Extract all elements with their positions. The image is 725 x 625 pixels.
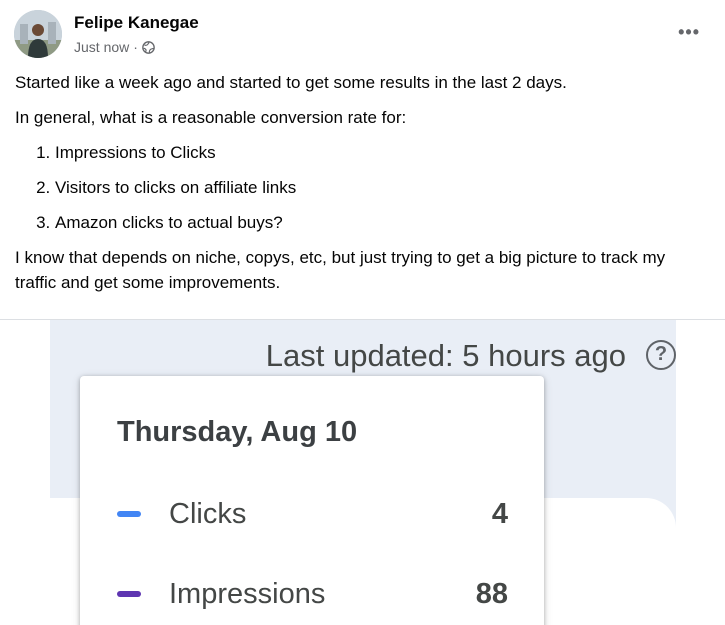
tooltip-label: Clicks xyxy=(169,497,247,530)
chart-tooltip: Thursday, Aug 10 Clicks 4 Impressions 88 xyxy=(80,376,544,625)
attached-screenshot[interactable]: Last updated: 5 hours ago ? Thursday, Au… xyxy=(50,320,676,625)
post-paragraph-1: Started like a week ago and started to g… xyxy=(15,73,567,92)
help-icon: ? xyxy=(646,340,676,370)
more-options-icon[interactable]: ••• xyxy=(678,22,700,43)
post-closing: I know that depends on niche, copys, etc… xyxy=(15,248,666,292)
last-updated-text: Last updated: 5 hours ago xyxy=(265,338,626,373)
separator: · xyxy=(133,39,138,55)
tooltip-row-clicks: Clicks 4 xyxy=(117,494,508,534)
question-list: Impressions to Clicks Visitors to clicks… xyxy=(15,140,711,235)
list-item: Amazon clicks to actual buys? xyxy=(55,210,711,235)
profile-photo xyxy=(14,10,62,58)
post-paragraph-2: In general, what is a reasonable convers… xyxy=(15,108,407,127)
tooltip-label: Impressions xyxy=(169,577,326,610)
tooltip-value: 4 xyxy=(491,497,508,530)
tooltip-value: 88 xyxy=(475,577,508,610)
post-timestamp[interactable]: Just now xyxy=(74,39,129,55)
list-item: Impressions to Clicks xyxy=(55,140,711,165)
globe-icon[interactable] xyxy=(142,40,155,54)
post-body: Started like a week ago and started to g… xyxy=(15,70,711,305)
facebook-post: Felipe Kanegae Just now · ••• Started li… xyxy=(0,0,725,625)
clicks-swatch xyxy=(117,511,141,517)
post-header: Felipe Kanegae Just now · xyxy=(14,10,199,58)
tooltip-date: Thursday, Aug 10 xyxy=(117,416,358,448)
impressions-swatch xyxy=(117,591,141,597)
author-name[interactable]: Felipe Kanegae xyxy=(74,13,199,33)
list-item: Visitors to clicks on affiliate links xyxy=(55,175,711,200)
tooltip-row-impressions: Impressions 88 xyxy=(117,574,508,614)
avatar[interactable] xyxy=(14,10,62,58)
